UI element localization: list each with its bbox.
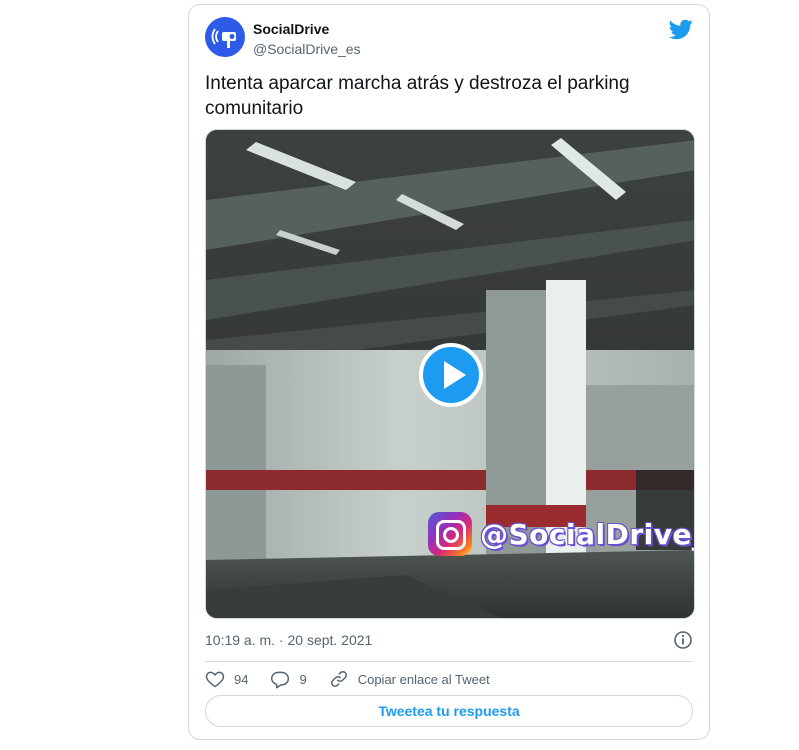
like-count: 94 bbox=[234, 671, 249, 687]
reply-button[interactable]: 9 bbox=[270, 669, 307, 689]
video-watermark: @SocialDrive_es bbox=[428, 510, 694, 558]
author-display-name[interactable]: SocialDrive bbox=[253, 20, 361, 38]
divider bbox=[205, 661, 693, 662]
video-player[interactable]: @SocialDrive_es bbox=[205, 129, 695, 619]
speed-camera-icon bbox=[211, 28, 236, 48]
embedded-tweet-card: SocialDrive @SocialDrive_es Intenta apar… bbox=[188, 4, 710, 740]
instagram-icon bbox=[428, 512, 472, 556]
author-name-block[interactable]: SocialDrive @SocialDrive_es bbox=[253, 20, 361, 58]
copy-link-button[interactable]: Copiar enlace al Tweet bbox=[329, 669, 490, 689]
reply-bubble-icon bbox=[271, 671, 290, 689]
watermark-text: @SocialDrive_es bbox=[480, 517, 694, 551]
author-handle[interactable]: @SocialDrive_es bbox=[253, 40, 361, 58]
tweet-actions: 94 9 Copiar enlace al Tweet bbox=[205, 665, 693, 693]
copy-link-label: Copiar enlace al Tweet bbox=[357, 671, 490, 687]
info-icon[interactable] bbox=[673, 630, 693, 650]
like-button[interactable]: 94 bbox=[205, 669, 248, 689]
play-icon[interactable] bbox=[419, 343, 483, 407]
tweet-reply-button[interactable]: Tweetea tu respuesta bbox=[205, 695, 693, 727]
heart-icon bbox=[205, 671, 225, 688]
tweet-meta: 10:19 a. m. · 20 sept. 2021 bbox=[205, 629, 693, 651]
link-icon bbox=[330, 671, 347, 687]
avatar[interactable] bbox=[205, 17, 245, 57]
tweet-text: Intenta aparcar marcha atrás y destroza … bbox=[205, 73, 630, 119]
twitter-bird-icon[interactable] bbox=[669, 17, 693, 41]
tweet-header: SocialDrive @SocialDrive_es bbox=[205, 17, 693, 61]
timestamp[interactable]: 10:19 a. m. · 20 sept. 2021 bbox=[205, 632, 372, 648]
reply-count: 9 bbox=[299, 671, 307, 687]
